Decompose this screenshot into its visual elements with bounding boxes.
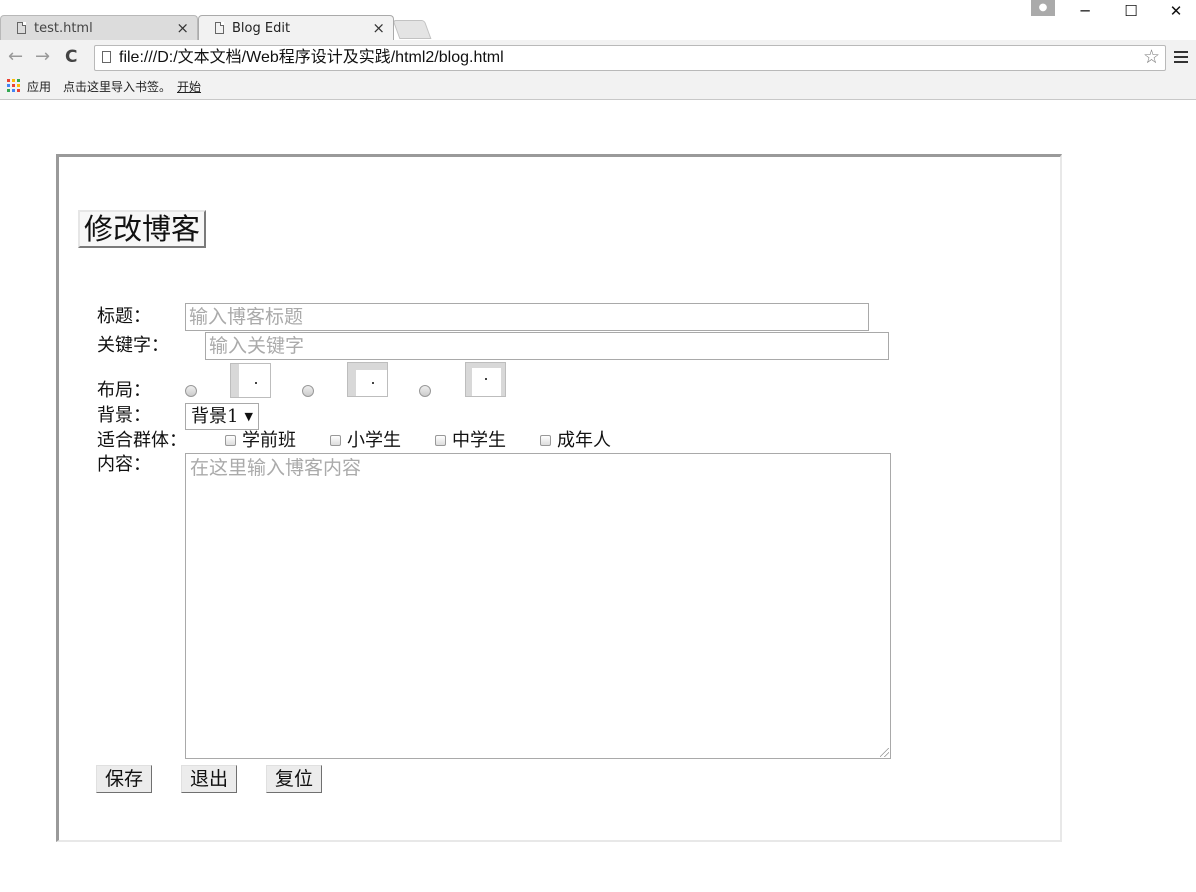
content-textarea[interactable] [185,453,891,759]
reload-icon[interactable]: C [65,46,77,68]
audience-option-label: 小学生 [347,430,401,451]
audience-option-label: 学前班 [242,430,296,451]
content-label: 内容： [97,454,151,475]
title-input[interactable] [185,303,869,331]
layout-radio-1[interactable] [185,385,197,397]
document-icon [215,22,224,34]
exit-button[interactable]: 退出 [181,765,237,793]
tab-blog-edit[interactable]: Blog Edit × [198,15,394,40]
minimize-button[interactable]: ─ [1070,1,1100,21]
audience-checkbox-primary[interactable] [330,435,341,446]
audience-checkbox-preschool[interactable] [225,435,236,446]
audience-option-label: 成年人 [557,430,611,451]
start-link[interactable]: 开始 [177,78,201,95]
new-tab-button[interactable] [392,20,432,39]
reset-button[interactable]: 复位 [266,765,322,793]
layout-3-thumbnail [465,362,506,397]
tab-test-html[interactable]: test.html × [0,15,198,40]
audience-option-label: 中学生 [452,430,506,451]
close-window-button[interactable]: ✕ [1161,1,1191,21]
address-text: file:///D:/文本文档/Web程序设计及实践/html2/blog.ht… [119,49,504,66]
title-label: 标题： [97,306,151,327]
apps-grid-icon[interactable] [7,79,20,92]
close-tab-icon[interactable]: × [372,19,385,37]
page-document-icon [102,51,111,63]
keyword-input[interactable] [205,332,889,360]
bookmark-star-icon[interactable]: ☆ [1143,46,1160,68]
user-profile-icon[interactable]: ● [1031,0,1055,16]
background-selected-value: 背景1 [191,406,239,427]
apps-grid-dot [7,79,10,82]
tab-label: test.html [34,20,93,36]
close-tab-icon[interactable]: × [176,19,189,37]
resize-handle[interactable] [880,748,889,757]
forward-arrow-icon[interactable]: → [35,46,50,68]
apps-grid-dot [17,84,20,87]
apps-grid-dot [17,79,20,82]
menu-icon[interactable] [1174,51,1188,66]
audience-label: 适合群体： [97,430,187,451]
layout-radio-2[interactable] [302,385,314,397]
apps-grid-dot [17,89,20,92]
page-title: 修改博客 [78,210,207,248]
layout-2-thumbnail [347,362,388,397]
back-arrow-icon[interactable]: ← [8,46,23,68]
apps-grid-dot [12,89,15,92]
dropdown-arrow-icon: ▼ [244,410,253,423]
layout-1-thumbnail [230,363,271,398]
save-button[interactable]: 保存 [96,765,152,793]
background-select[interactable]: 背景1 ▼ [185,403,259,430]
bookmarks-bar: 应用 点击这里导入书签。 开始 [0,74,1196,100]
layout-label: 布局： [97,380,151,401]
apps-grid-dot [7,84,10,87]
maximize-button[interactable]: ☐ [1116,1,1146,21]
apps-grid-dot [12,79,15,82]
apps-grid-dot [7,89,10,92]
layout-radio-3[interactable] [419,385,431,397]
address-bar[interactable]: file:///D:/文本文档/Web程序设计及实践/html2/blog.ht… [94,45,1166,71]
document-icon [17,22,26,34]
apps-grid-dot [12,84,15,87]
audience-checkbox-middle[interactable] [435,435,446,446]
audience-checkbox-adult[interactable] [540,435,551,446]
apps-link[interactable]: 应用 [27,78,51,95]
tab-label: Blog Edit [232,20,291,36]
background-label: 背景： [97,405,151,426]
import-bookmarks-text: 点击这里导入书签。 [63,80,172,94]
keyword-label: 关键字： [97,335,169,356]
